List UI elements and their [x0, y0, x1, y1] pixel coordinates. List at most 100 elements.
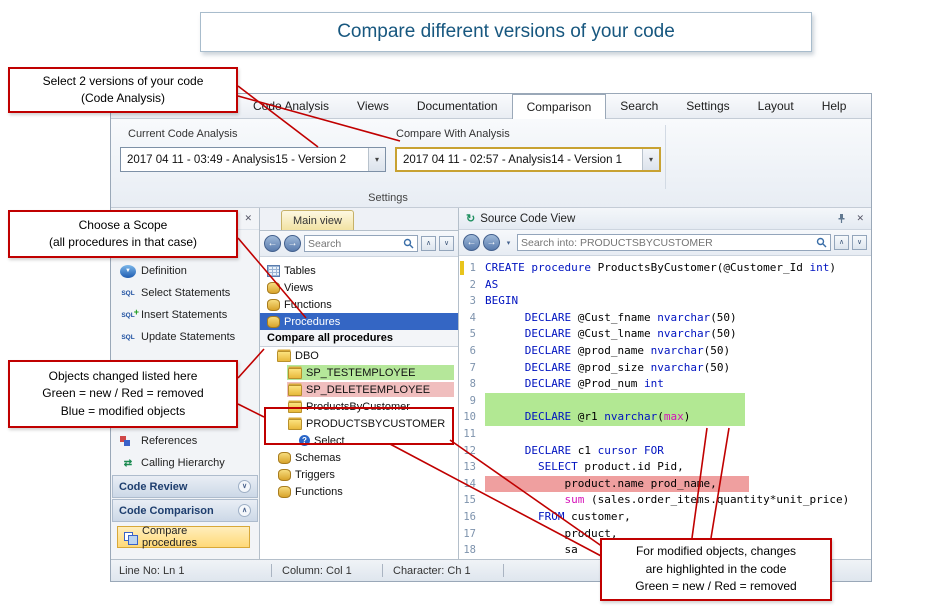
line-number: 12: [459, 443, 485, 460]
tree-item-content: Tables: [265, 264, 319, 278]
code-search-box[interactable]: [517, 234, 831, 251]
source-code-header: ↻ Source Code View ✕: [459, 208, 871, 230]
close-icon[interactable]: ✕: [244, 213, 252, 224]
chevron-down-icon[interactable]: ▾: [642, 149, 659, 170]
close-icon[interactable]: ✕: [856, 213, 864, 224]
tree-search-box[interactable]: [304, 235, 418, 252]
chevron-up-icon[interactable]: ∧: [834, 235, 849, 250]
ribbon-group-separator: [665, 125, 666, 189]
chevron-down-icon[interactable]: ∨: [238, 480, 251, 493]
code-text: SELECT product.id Pid,: [485, 459, 684, 476]
current-analysis-dropdown[interactable]: 2017 04 11 - 03:49 - Analysis15 - Versio…: [120, 147, 386, 172]
ribbon-tab-comparison[interactable]: Comparison: [512, 94, 607, 119]
sidebar-item-select-statements[interactable]: SQLSelect Statements: [111, 282, 259, 304]
sidebar-item-calling-hierarchy[interactable]: ⇄Calling Hierarchy: [111, 452, 259, 474]
callout-objects-changed: Objects changed listed here Green = new …: [8, 360, 238, 428]
compare-procedures-button[interactable]: Compare procedures: [117, 526, 250, 548]
code-line-6: 6 DECLARE @prod_name nvarchar(50): [459, 343, 871, 360]
back-icon[interactable]: ←: [264, 235, 281, 252]
chevron-down-icon[interactable]: ▾: [503, 239, 514, 247]
status-character: Character: Ch 1: [393, 565, 503, 577]
tree-item-label: Select: [314, 435, 345, 447]
tree-item-procedures[interactable]: Procedures: [260, 313, 458, 330]
line-number: 7: [459, 360, 485, 377]
search-icon: [816, 237, 827, 248]
code-search-input[interactable]: [521, 237, 816, 249]
sidebar-item-update-statements[interactable]: SQL Update Statements: [111, 326, 259, 348]
tree-item-content: Schemas: [276, 451, 344, 465]
tree-item-schemas[interactable]: Schemas: [260, 449, 458, 466]
compare-procedures-label: Compare procedures: [142, 525, 243, 549]
change-marker-icon: [460, 261, 464, 275]
tree-search-input[interactable]: [308, 238, 403, 250]
code-text: DECLARE @Cust_lname nvarchar(50): [485, 326, 737, 343]
tree-item-sp-testemployee[interactable]: SP_TESTEMPLOYEE: [260, 364, 458, 381]
main-view-body: ← → ∧ ∨ TablesViewsFunctionsProceduresCo…: [260, 230, 458, 559]
tree-item-functions[interactable]: Functions: [260, 296, 458, 313]
tab-main-view[interactable]: Main view: [281, 210, 354, 230]
section-code-comparison[interactable]: Code Comparison∧: [112, 499, 258, 522]
status-separator: [503, 564, 504, 577]
tree-item-label: Triggers: [295, 469, 335, 481]
code-text: product,: [485, 526, 617, 543]
chevron-up-icon[interactable]: ∧: [421, 236, 436, 251]
tree-item-label: Schemas: [295, 452, 341, 464]
ribbon-tab-help[interactable]: Help: [808, 94, 861, 118]
db-icon: [277, 469, 291, 481]
folder-icon: [288, 366, 302, 379]
code-line-9: 9: [459, 393, 871, 410]
section-code-review[interactable]: Code Review∨: [112, 475, 258, 498]
line-number: 15: [459, 492, 485, 509]
compare-with-dropdown[interactable]: 2017 04 11 - 02:57 - Analysis14 - Versio…: [395, 147, 661, 172]
sidebar-item-label: Update Statements: [141, 331, 235, 343]
callout-select-versions: Select 2 versions of your code (Code Ana…: [8, 67, 238, 113]
db-icon: [266, 299, 280, 311]
source-code-panel: ↻ Source Code View ✕ ← → ▾ ∧ ∨ 1CREATE p…: [459, 208, 871, 559]
ribbon-tab-documentation[interactable]: Documentation: [403, 94, 512, 118]
ribbon-tab-views[interactable]: Views: [343, 94, 403, 118]
sql-icon: SQL: [120, 334, 136, 341]
chevron-up-icon[interactable]: ∧: [238, 504, 251, 517]
code-text: sum (sales.order_items.quantity*unit_pri…: [485, 492, 849, 509]
code-editor[interactable]: 1CREATE procedure ProductsByCustomer(@Cu…: [459, 256, 871, 559]
chevron-down-icon[interactable]: ▾: [368, 148, 385, 171]
code-line-16: 16 FROM customer,: [459, 509, 871, 526]
tree-item-sp-deleteemployee[interactable]: SP_DELETEEMPLOYEE: [260, 381, 458, 398]
sidebar-item-definition[interactable]: ▼Definition: [111, 260, 259, 282]
forward-icon[interactable]: →: [483, 234, 500, 251]
sql-plus-icon: SQL+: [120, 312, 136, 319]
tree-item-label: Procedures: [284, 316, 340, 328]
tree-item-content: Triggers: [276, 468, 338, 482]
sidebar-item-references[interactable]: References: [111, 430, 259, 452]
code-text: DECLARE @Cust_fname nvarchar(50): [485, 310, 737, 327]
code-text: FROM customer,: [485, 509, 631, 526]
pin-icon[interactable]: [836, 213, 847, 224]
sidebar-item-insert-statements[interactable]: SQL+Insert Statements: [111, 304, 259, 326]
chevron-down-icon[interactable]: ∨: [439, 236, 454, 251]
chevron-down-icon[interactable]: ∨: [852, 235, 867, 250]
tree-item-dbo[interactable]: DBO: [260, 347, 458, 364]
ribbon-tab-layout[interactable]: Layout: [744, 94, 808, 118]
ribbon-tab-settings[interactable]: Settings: [672, 94, 743, 118]
db-icon: [277, 486, 291, 498]
line-number: 4: [459, 310, 485, 327]
tree-item-functions[interactable]: Functions: [260, 483, 458, 500]
line-number: 8: [459, 376, 485, 393]
tree-item-productsbycustomer[interactable]: ProductsByCustomer: [260, 398, 458, 415]
main-view-toolbar: ← → ∧ ∨: [260, 231, 458, 257]
tree-item-views[interactable]: Views: [260, 279, 458, 296]
code-line-7: 7 DECLARE @prod_size nvarchar(50): [459, 360, 871, 377]
back-icon[interactable]: ←: [463, 234, 480, 251]
ribbon-tab-code-analysis[interactable]: Code Analysis: [239, 94, 343, 118]
tree-item-tables[interactable]: Tables: [260, 262, 458, 279]
ribbon-tab-search[interactable]: Search: [606, 94, 672, 118]
tree-item-label: Views: [284, 282, 313, 294]
tree-item-productsbycustomer[interactable]: PRODUCTSBYCUSTOMER: [260, 415, 458, 432]
tree-item-triggers[interactable]: Triggers: [260, 466, 458, 483]
tree-item-select[interactable]: ?Select: [260, 432, 458, 449]
forward-icon[interactable]: →: [284, 235, 301, 252]
sidebar-items-bottom: References⇄Calling Hierarchy: [111, 430, 259, 474]
code-text: DECLARE @Prod_num int: [485, 376, 664, 393]
tree-item-label: SP_DELETEEMPLOYEE: [306, 384, 430, 396]
code-text: AS: [485, 277, 498, 294]
